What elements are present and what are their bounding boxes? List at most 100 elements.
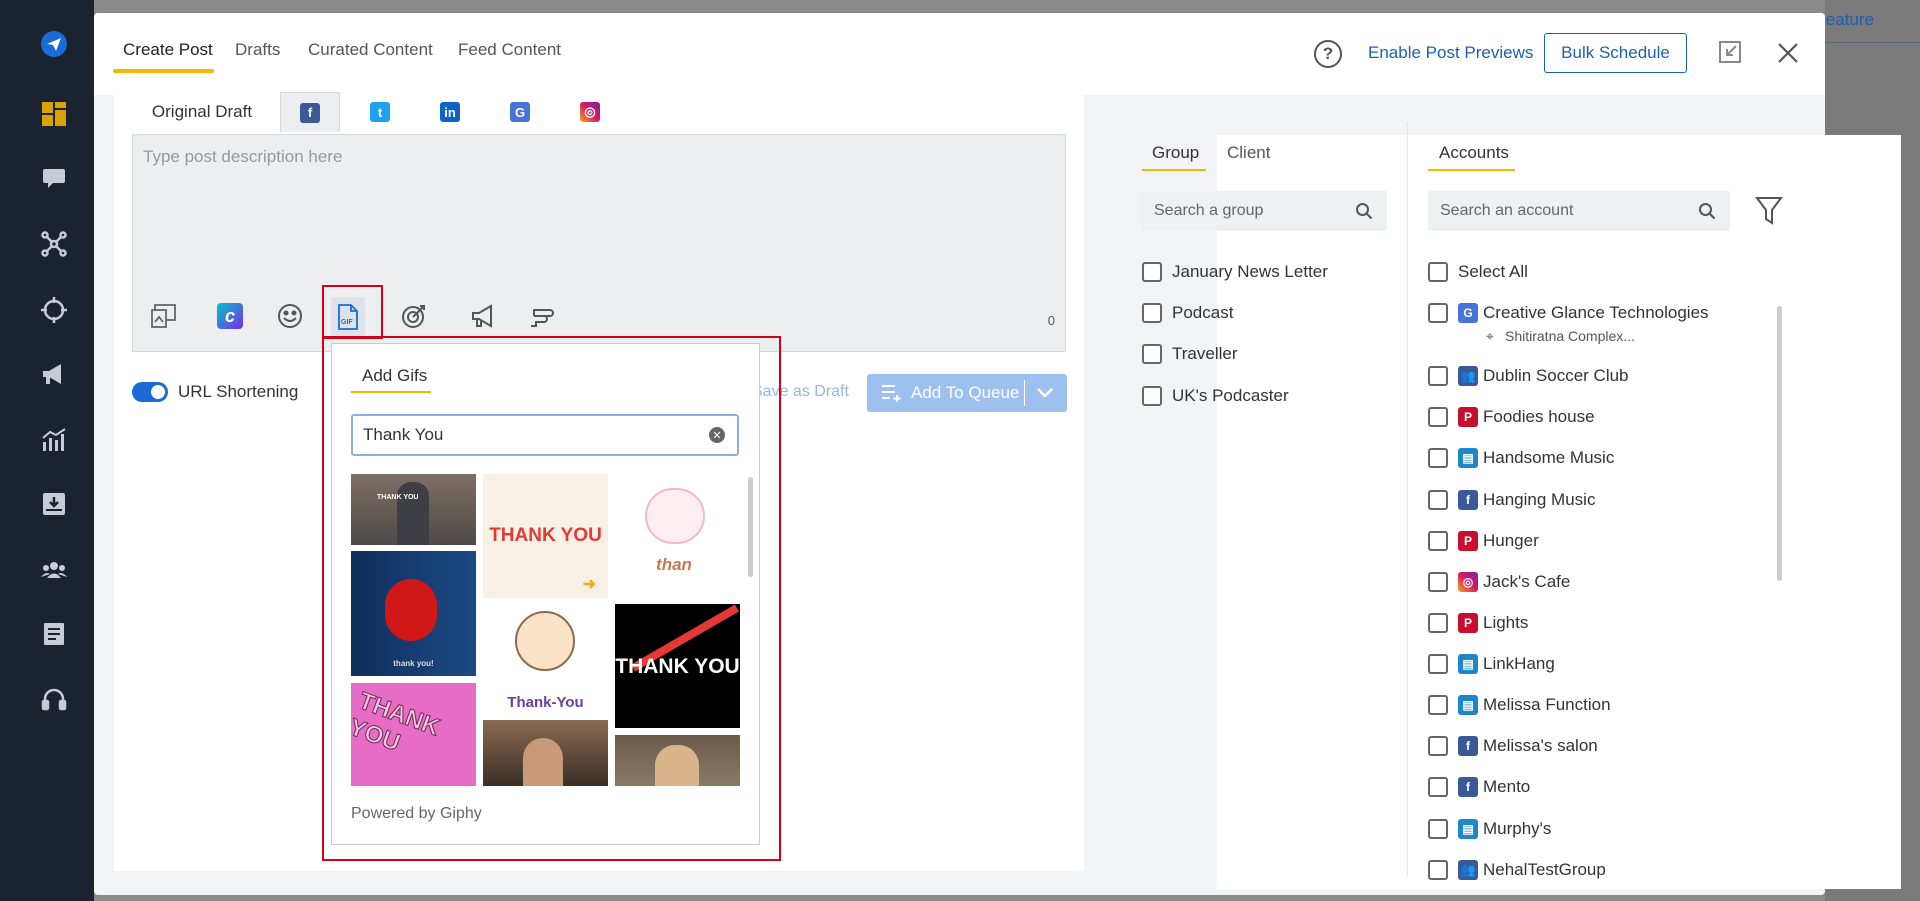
account-label: Melissa's salon	[1483, 736, 1598, 755]
minimize-icon[interactable]	[1718, 40, 1742, 64]
add-to-queue-button[interactable]: Add To Queue	[867, 374, 1067, 412]
analytics-icon[interactable]	[38, 424, 70, 456]
account-checkbox[interactable]	[1428, 736, 1448, 756]
tab-facebook[interactable]: f	[280, 92, 340, 132]
media-icon[interactable]	[149, 301, 179, 331]
account-checkbox[interactable]	[1428, 448, 1448, 468]
tab-drafts[interactable]: Drafts	[235, 40, 280, 60]
tab-twitter[interactable]: t	[350, 92, 410, 132]
dashboard-icon[interactable]	[38, 98, 70, 130]
post-description-editor[interactable]: Type post description here c GIF 0	[132, 134, 1066, 352]
gif-thumbnail[interactable]: Thank-You	[483, 605, 608, 713]
queue-add-icon	[882, 385, 901, 402]
gif-button-highlight	[322, 285, 383, 339]
select-all-checkbox[interactable]	[1428, 262, 1448, 282]
account-checkbox[interactable]	[1428, 531, 1448, 551]
account-checkbox[interactable]	[1428, 613, 1448, 633]
account-checkbox[interactable]	[1428, 407, 1448, 427]
inbox-icon[interactable]	[38, 488, 70, 520]
background-link[interactable]: eature	[1826, 10, 1874, 30]
reports-icon[interactable]	[38, 618, 70, 650]
send-icon[interactable]	[38, 28, 70, 60]
linkedin-page-icon: ▤	[1458, 819, 1478, 839]
close-icon[interactable]	[1776, 41, 1800, 65]
account-checkbox[interactable]	[1428, 366, 1448, 386]
gif-scrollbar[interactable]	[748, 477, 753, 577]
filter-icon[interactable]	[1755, 196, 1783, 226]
group-checkbox[interactable]	[1142, 386, 1162, 406]
tab-group[interactable]: Group	[1152, 143, 1199, 163]
gif-thumbnail[interactable]: THANK YOU	[351, 683, 476, 786]
gif-thumbnail[interactable]: THANK YOU	[351, 474, 476, 545]
megaphone-icon[interactable]	[38, 358, 70, 390]
account-checkbox[interactable]	[1428, 860, 1448, 880]
group-search-input[interactable]: Search a group	[1142, 191, 1387, 231]
account-search-input[interactable]: Search an account	[1428, 191, 1730, 231]
tab-client[interactable]: Client	[1227, 143, 1270, 163]
network-icon[interactable]	[38, 228, 70, 260]
clear-search-icon[interactable]: ✕	[709, 427, 725, 443]
gif-thumbnail[interactable]: THANK YOU	[615, 604, 740, 728]
add-gifs-tab[interactable]: Add Gifs	[362, 366, 427, 386]
hand-icon[interactable]	[527, 301, 557, 331]
target-icon[interactable]	[399, 301, 429, 331]
gif-caption: thank you!	[393, 659, 434, 668]
account-checkbox[interactable]	[1428, 572, 1448, 592]
megaphone-icon[interactable]	[469, 301, 499, 331]
location-pin-icon: ⌖	[1486, 328, 1494, 344]
account-label: Hunger	[1483, 531, 1539, 550]
tab-original-draft[interactable]: Original Draft	[132, 92, 272, 132]
active-tab-indicator	[1142, 169, 1206, 171]
account-checkbox[interactable]	[1428, 490, 1448, 510]
account-label: Mento	[1483, 777, 1531, 796]
account-checkbox[interactable]	[1428, 303, 1448, 323]
tab-create-post[interactable]: Create Post	[123, 40, 213, 60]
account-checkbox[interactable]	[1428, 819, 1448, 839]
emoji-icon[interactable]	[275, 301, 305, 331]
accounts-scrollbar[interactable]	[1777, 306, 1782, 581]
support-icon[interactable]	[38, 684, 70, 716]
audience-panel	[1217, 135, 1901, 889]
tab-google-business[interactable]: G	[490, 92, 550, 132]
bulk-schedule-button[interactable]: Bulk Schedule	[1544, 33, 1687, 73]
gif-thumbnail[interactable]: thank you!	[351, 551, 476, 676]
gif-thumbnail[interactable]	[615, 735, 740, 786]
gif-caption: Thank-You	[507, 694, 584, 711]
app-sidebar	[0, 0, 94, 901]
account-checkbox[interactable]	[1428, 654, 1448, 674]
gif-thumbnail[interactable]: THANK YOU ➜	[483, 474, 608, 598]
add-to-queue-label: Add To Queue	[911, 383, 1020, 402]
account-label: Creative Glance Technologies	[1483, 303, 1709, 322]
arrow-icon: ➜	[582, 576, 596, 594]
account-label: Melissa Function	[1483, 695, 1611, 714]
url-shortening-label: URL Shortening	[178, 382, 299, 401]
account-checkbox[interactable]	[1428, 777, 1448, 797]
tab-linkedin[interactable]: in	[420, 92, 480, 132]
account-label: LinkHang	[1483, 654, 1555, 673]
team-icon[interactable]	[38, 554, 70, 586]
toggle-knob	[151, 385, 165, 399]
group-checkbox[interactable]	[1142, 344, 1162, 364]
gif-thumbnail[interactable]: than	[615, 474, 733, 579]
group-checkbox[interactable]	[1142, 262, 1162, 282]
group-checkbox[interactable]	[1142, 303, 1162, 323]
group-label: January News Letter	[1172, 262, 1328, 281]
gif-thumbnail[interactable]	[483, 720, 608, 786]
enable-post-previews-link[interactable]: Enable Post Previews	[1368, 43, 1533, 63]
canva-icon[interactable]: c	[215, 301, 245, 331]
account-checkbox[interactable]	[1428, 695, 1448, 715]
linkedin-page-icon: ▤	[1458, 654, 1478, 674]
tab-curated-content[interactable]: Curated Content	[308, 40, 433, 60]
tab-instagram[interactable]: ◎	[560, 92, 620, 132]
account-label: Hanging Music	[1483, 490, 1596, 509]
target-icon[interactable]	[38, 294, 70, 326]
chat-icon[interactable]	[38, 162, 70, 194]
chevron-down-icon[interactable]	[1035, 385, 1055, 401]
tab-accounts[interactable]: Accounts	[1439, 143, 1509, 163]
help-icon[interactable]: ?	[1314, 40, 1342, 68]
character-count: 0	[1047, 313, 1055, 328]
tab-feed-content[interactable]: Feed Content	[458, 40, 561, 60]
gif-search-input[interactable]: Thank You ✕	[351, 414, 739, 456]
url-shortening-toggle[interactable]	[132, 382, 168, 402]
group-label: Traveller	[1172, 344, 1238, 363]
